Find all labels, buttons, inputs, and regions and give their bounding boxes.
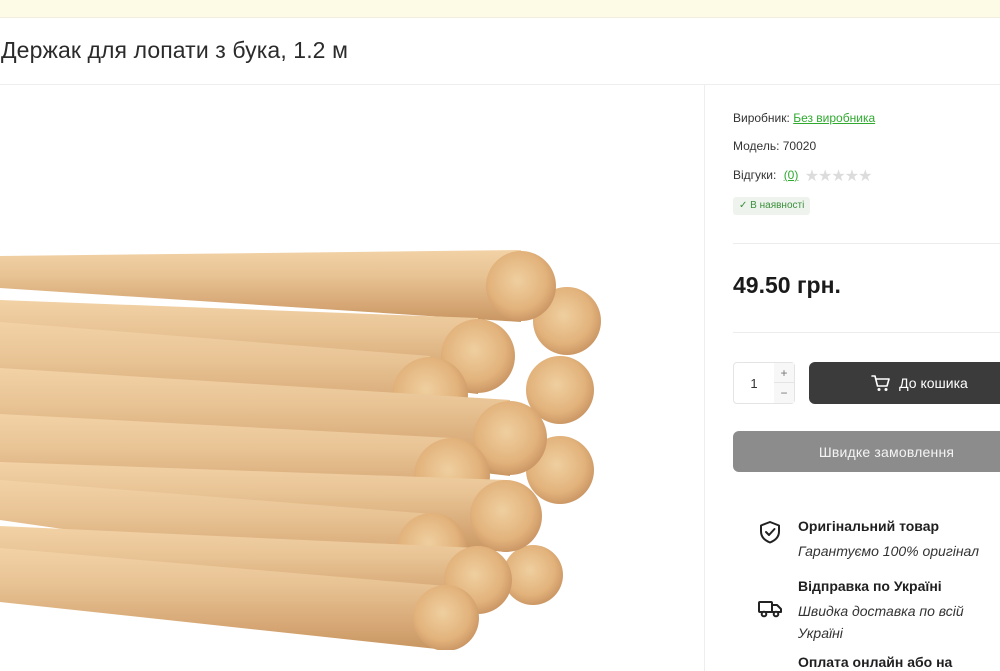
model-value: 70020 <box>782 139 817 153</box>
quantity-plus-button[interactable]: + <box>774 363 794 383</box>
feature-description: Швидка доставка по всій Україні <box>798 603 964 641</box>
feature-description: Гарантуємо 100% оригінал <box>798 543 980 559</box>
feature-title: Оригінальний товар <box>798 518 940 534</box>
info-divider-1 <box>733 243 1000 244</box>
manufacturer-link[interactable]: Без виробника <box>793 111 875 125</box>
add-to-cart-label: До кошика <box>899 375 968 391</box>
info-divider-2 <box>733 332 1000 333</box>
reviews-link[interactable]: (0) <box>784 168 799 182</box>
reviews-label: Відгуки: <box>733 168 777 182</box>
feature-title: Оплата онлайн або на <box>798 654 953 670</box>
add-to-cart-button[interactable]: До кошика <box>809 362 1000 404</box>
header-divider <box>0 84 1000 85</box>
rating-stars-icon: ★★★★★ <box>804 168 873 185</box>
top-notice-strip <box>0 0 1000 18</box>
quantity-stepper: + − <box>733 362 795 404</box>
model-row: Модель: 70020 <box>733 139 816 153</box>
product-image[interactable] <box>0 230 640 650</box>
product-price: 49.50 грн. <box>733 272 841 298</box>
stock-status-badge: ✓ В наявності <box>733 197 811 215</box>
quantity-input[interactable] <box>734 363 774 403</box>
quantity-minus-button[interactable]: − <box>774 383 794 403</box>
cart-icon <box>871 375 890 391</box>
model-label: Модель: <box>733 139 780 153</box>
reviews-row: Відгуки: (0) ★★★★★ <box>733 166 873 186</box>
manufacturer-label: Виробник: <box>733 111 790 125</box>
manufacturer-row: Виробник: Без виробника <box>733 111 875 125</box>
rod-back-4 <box>503 545 563 605</box>
shield-check-icon <box>760 521 780 544</box>
page-title: Держак для лопати з бука, 1.2 м <box>1 37 348 63</box>
quick-order-button[interactable]: Швидке замовлення <box>733 431 1000 472</box>
feature-title: Відправка по Україні <box>798 578 942 594</box>
column-divider <box>704 85 705 671</box>
delivery-truck-icon <box>758 601 782 618</box>
